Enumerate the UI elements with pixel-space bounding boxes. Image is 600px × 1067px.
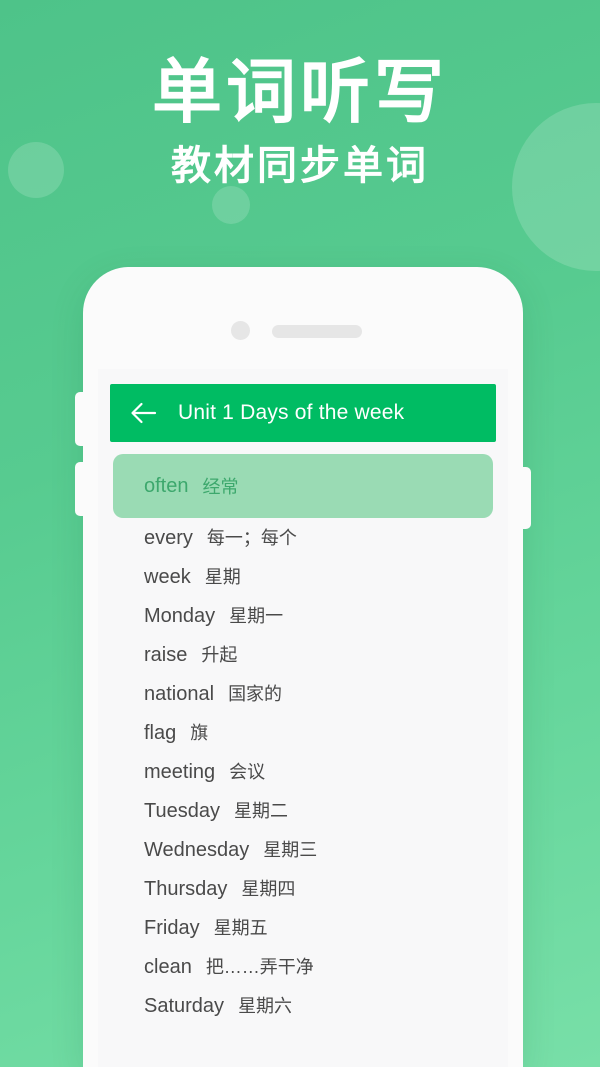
camera-dot-icon xyxy=(231,321,250,340)
phone-screen: Unit 1 Days of the week often 经常 every 每一；每… xyxy=(98,369,508,1067)
volume-down-button[interactable] xyxy=(75,462,85,516)
word-list-item[interactable]: often 经常 xyxy=(113,454,493,518)
header-title: Unit 1 Days of the week xyxy=(178,401,405,424)
word-english: flag xyxy=(144,722,177,744)
word-list-item[interactable]: week 星期 xyxy=(98,563,508,602)
word-chinese: 星期三 xyxy=(263,840,318,860)
hero-block: 单词听写 教材同步单词 xyxy=(0,0,600,190)
word-chinese: 星期 xyxy=(204,567,241,587)
word-chinese: 每一；每个 xyxy=(206,528,297,548)
word-english: Monday xyxy=(144,605,216,627)
decorative-circle-mid xyxy=(212,186,250,224)
word-english: meeting xyxy=(144,761,216,783)
word-english: Tuesday xyxy=(144,800,220,822)
word-english: every xyxy=(144,527,193,549)
word-chinese: 星期六 xyxy=(238,996,293,1016)
word-english: Friday xyxy=(144,917,200,939)
word-english: raise xyxy=(144,644,188,666)
word-english: national xyxy=(144,683,215,705)
word-chinese: 升起 xyxy=(201,645,238,665)
word-list-item[interactable]: Friday 星期五 xyxy=(98,914,508,953)
word-chinese: 星期五 xyxy=(213,918,268,938)
volume-up-button[interactable] xyxy=(75,392,85,446)
word-list-item[interactable]: Saturday 星期六 xyxy=(98,992,508,1031)
word-list-item[interactable]: meeting 会议 xyxy=(98,758,508,797)
word-english: Wednesday xyxy=(144,839,250,861)
word-chinese: 旗 xyxy=(190,723,209,743)
promo-screenshot: 单词听写 教材同步单词 Unit 1 Days of the week ofte… xyxy=(0,0,600,1067)
word-list-item[interactable]: flag 旗 xyxy=(98,719,508,758)
app-header-bar: Unit 1 Days of the week xyxy=(110,384,496,442)
word-english: often xyxy=(144,474,189,497)
word-chinese: 星期四 xyxy=(241,879,296,899)
word-list[interactable]: often 经常 every 每一；每个 week 星期 Monday 星期一 raise 升起 n… xyxy=(98,454,508,1067)
page-subtitle: 教材同步单词 xyxy=(171,144,429,188)
power-button[interactable] xyxy=(521,467,531,529)
word-chinese: 星期二 xyxy=(233,801,288,821)
phone-mockup: Unit 1 Days of the week often 经常 every 每一；每… xyxy=(75,267,531,1067)
word-english: week xyxy=(144,566,191,588)
word-english: clean xyxy=(144,956,192,978)
word-list-item[interactable]: Thursday 星期四 xyxy=(98,875,508,914)
arrow-left-icon[interactable] xyxy=(130,402,158,424)
word-list-item[interactable]: Wednesday 星期三 xyxy=(98,836,508,875)
word-list-item[interactable]: Tuesday 星期二 xyxy=(98,797,508,836)
word-chinese: 国家的 xyxy=(228,684,283,704)
word-chinese: 会议 xyxy=(229,762,266,782)
page-title: 单词听写 xyxy=(152,53,448,131)
word-list-item[interactable]: clean 把……弄干净 xyxy=(98,953,508,992)
word-chinese: 星期一 xyxy=(229,606,284,626)
speaker-slot-icon xyxy=(272,325,362,338)
word-chinese: 经常 xyxy=(202,477,239,497)
word-list-item[interactable]: national 国家的 xyxy=(98,680,508,719)
word-chinese: 把……弄干净 xyxy=(205,957,314,977)
word-english: Thursday xyxy=(144,878,228,900)
word-list-item[interactable]: Monday 星期一 xyxy=(98,602,508,641)
word-english: Saturday xyxy=(144,995,225,1017)
word-list-item[interactable]: raise 升起 xyxy=(98,641,508,680)
word-list-item[interactable]: every 每一；每个 xyxy=(98,524,508,563)
